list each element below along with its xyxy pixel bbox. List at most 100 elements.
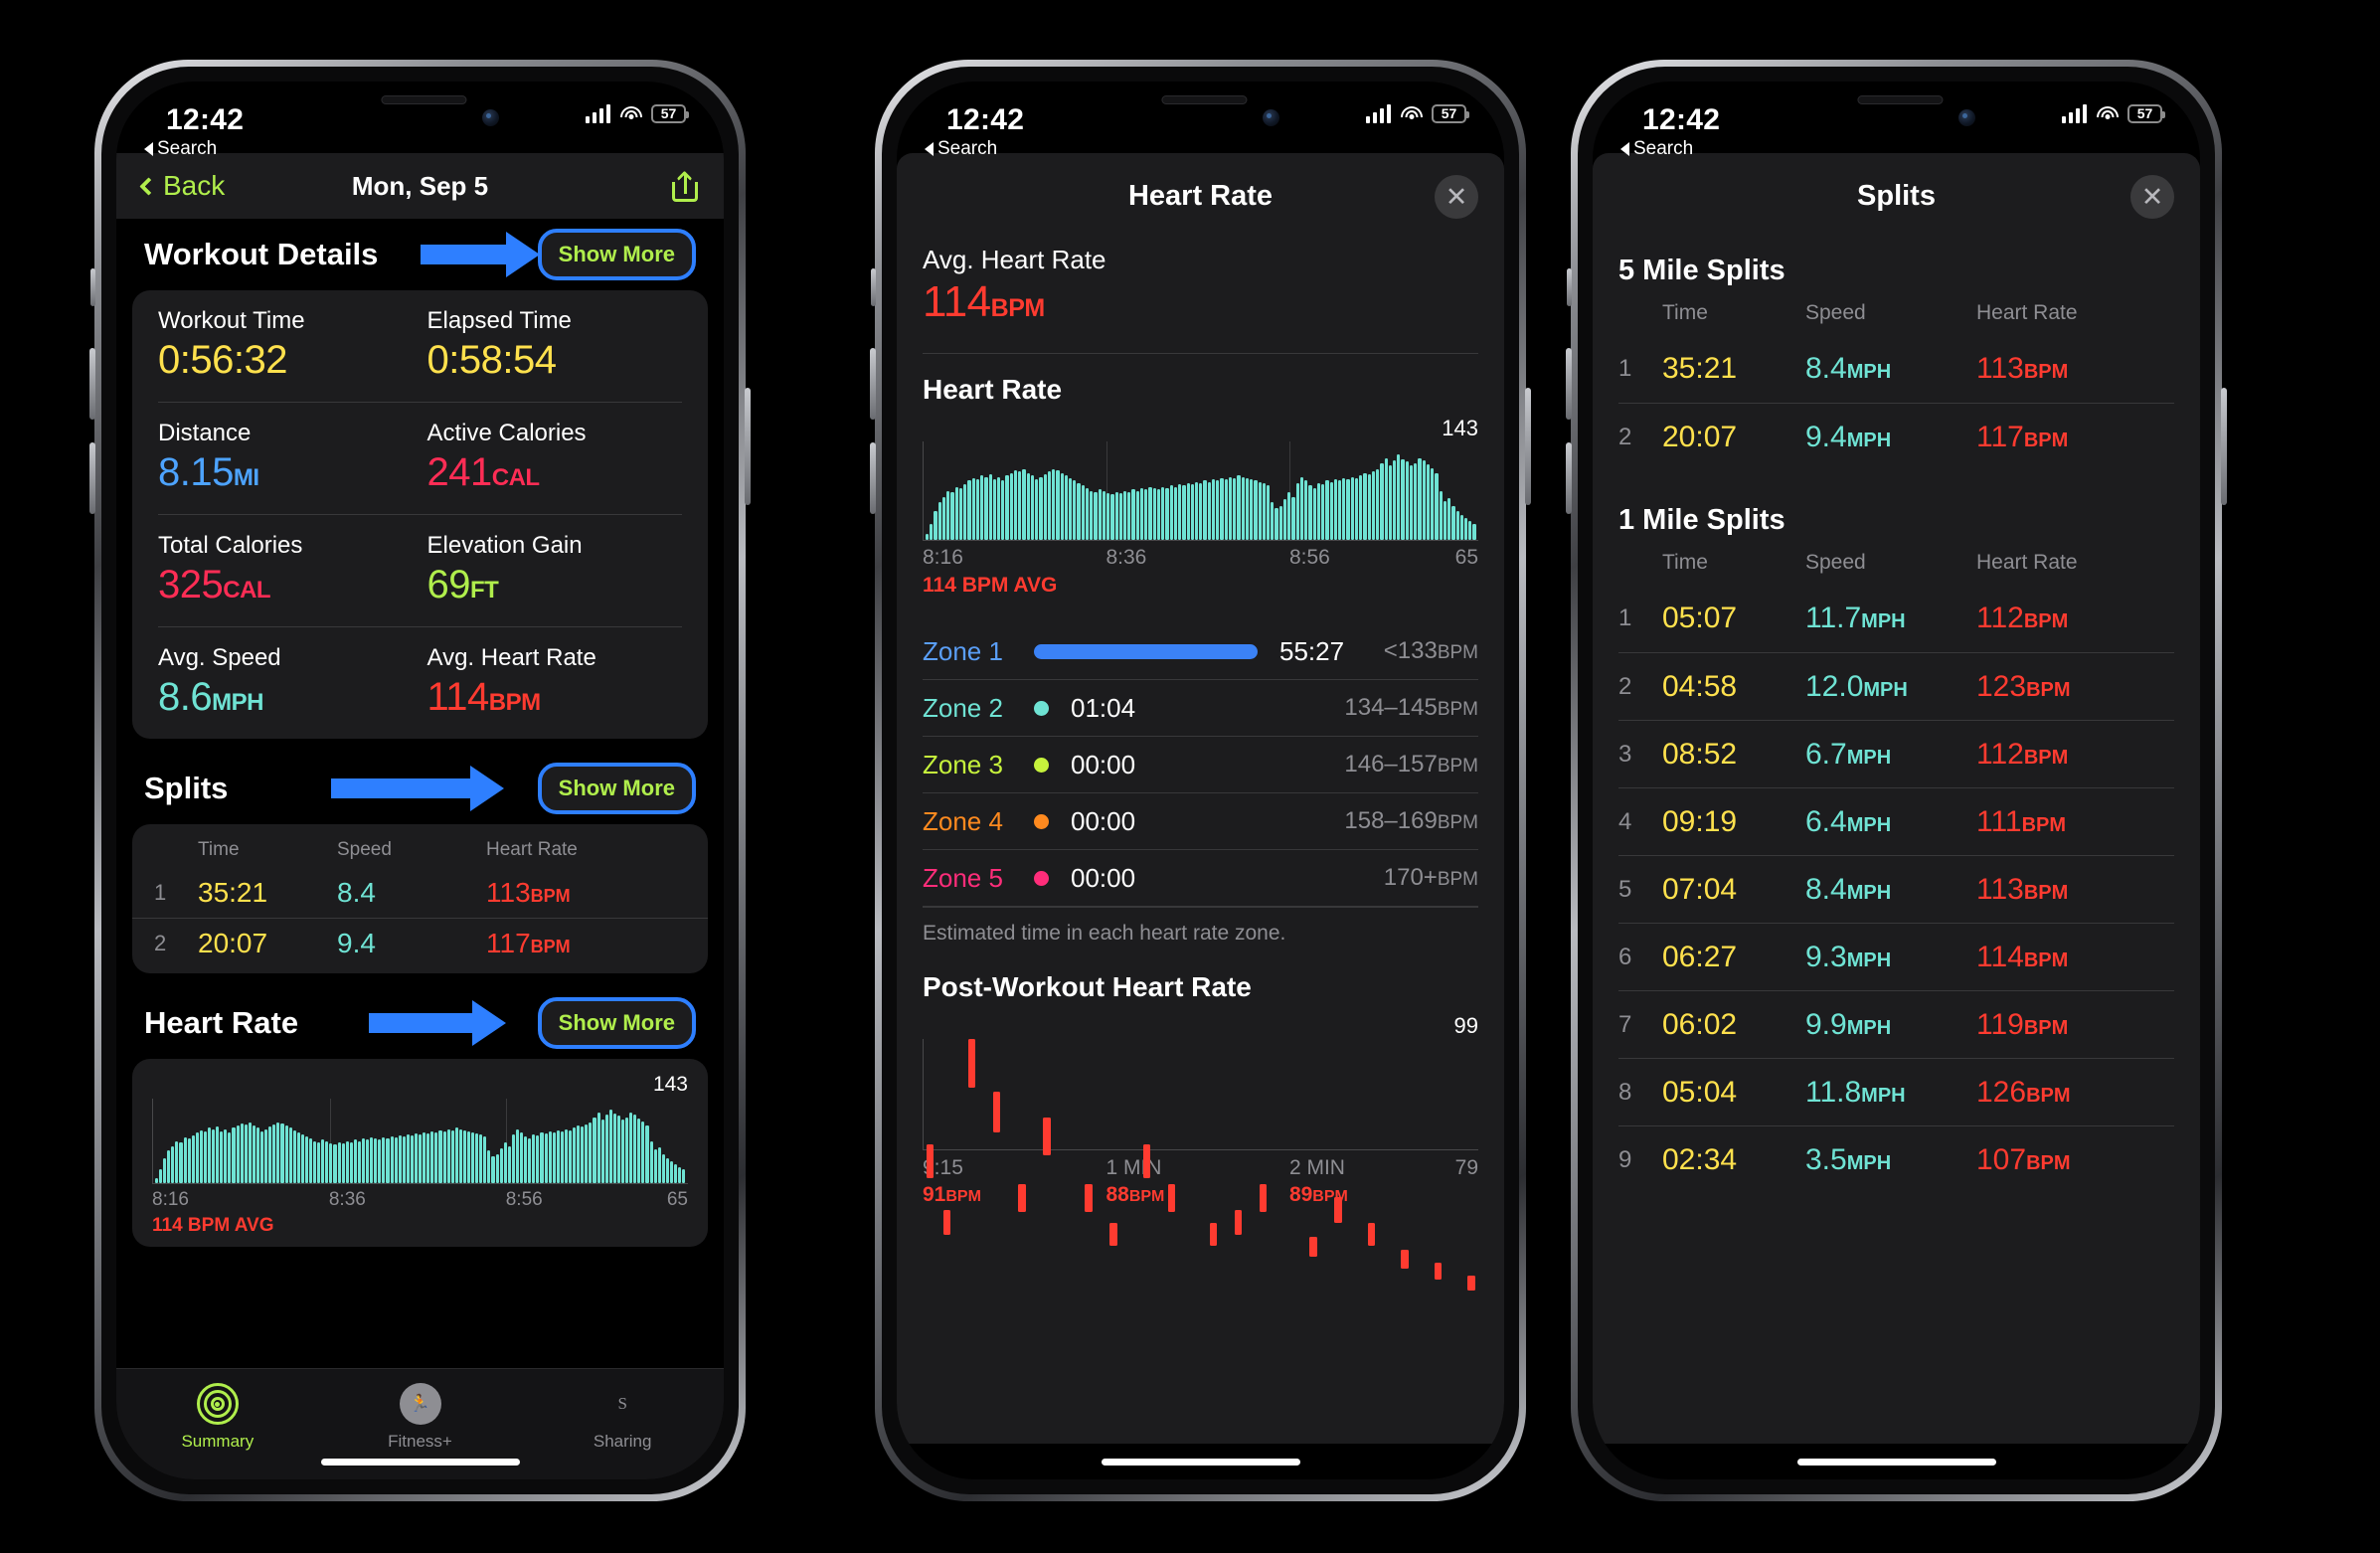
zone-range: 158–169BPM — [1344, 807, 1478, 834]
five-mile-rows: 1 35:21 8.4MPH 113BPM 2 20:07 9.4MPH 117BPM — [1618, 335, 2174, 470]
cell-heart-rate: 113BPM — [1976, 872, 2069, 906]
axis-tick: 8:56 — [1288, 546, 1330, 569]
post-workout-title: Post-Workout Heart Rate — [923, 971, 1252, 1002]
modal-title: Splits — [1857, 179, 1936, 212]
status-bar: 12:42 Search 57 — [116, 82, 724, 159]
modal-title: Heart Rate — [1127, 179, 1274, 212]
phone-frame: 12:42 Search 57 Heart Rate ✕ Avg. Heart … — [870, 60, 1531, 1501]
close-icon[interactable]: ✕ — [1435, 175, 1478, 219]
zone-dot-icon — [1034, 700, 1049, 716]
cell-speed: 8.4MPH — [1805, 352, 1892, 385]
status-back-to-search[interactable]: Search — [1620, 138, 1693, 160]
show-more-button-heart-rate[interactable]: Show More — [537, 997, 696, 1049]
home-indicator[interactable] — [1796, 1459, 1996, 1466]
power-button[interactable] — [745, 388, 751, 505]
silent-switch[interactable] — [871, 268, 876, 306]
back-triangle-icon — [144, 142, 153, 156]
battery-icon: 57 — [2127, 103, 2165, 123]
splits-modal: Splits ✕ 5 Mile Splits Time Speed Heart … — [1593, 153, 2200, 1444]
activity-rings-icon — [196, 1383, 239, 1425]
volume-down-button[interactable] — [89, 442, 95, 514]
column-header-time: Time — [1662, 301, 1708, 324]
close-icon[interactable]: ✕ — [2130, 175, 2174, 219]
phone-1-screen: 12:42 Search 57 Back Mon, Sep 5 Workout … — [116, 82, 724, 1479]
volume-up-button[interactable] — [89, 348, 95, 420]
silent-switch[interactable] — [90, 268, 95, 306]
column-header-heart-rate: Heart Rate — [1976, 301, 2078, 324]
chart-max-label: 143 — [652, 1073, 688, 1096]
tab-sharing[interactable]: S Sharing — [521, 1383, 724, 1452]
row-index: 7 — [1618, 1010, 1632, 1038]
runner-icon: 🏃 — [399, 1383, 441, 1425]
metric-label: Elapsed Time — [426, 307, 572, 334]
one-mile-splits-title: 1 Mile Splits — [1618, 504, 1785, 536]
metric-value: 0:58:54 — [426, 338, 557, 382]
annotation-arrow-workout-details — [421, 232, 540, 277]
heart-rate-chart-card[interactable]: 143 8:16 8:36 8:56 65 114 BPM AVG — [132, 1059, 708, 1247]
phone-3-splits-detail: 12:42 Search 57 Splits ✕ 5 Mile Splits T… — [1566, 60, 2227, 1501]
one-mile-rows: 1 05:07 11.7MPH 112BPM 2 04:58 12.0MPH 123BPM 3 0… — [1618, 585, 2174, 1193]
table-row: 3 08:52 6.7MPH 112BPM — [1618, 720, 2174, 787]
heart-rate-modal: Heart Rate ✕ Avg. Heart Rate 114BPM Hear… — [897, 153, 1504, 1444]
splits-preview-card[interactable]: Time Speed Heart Rate 1 35:21 8.4 113BPM — [132, 824, 708, 973]
volume-down-button[interactable] — [870, 442, 876, 514]
status-back-to-search[interactable]: Search — [925, 138, 997, 160]
power-button[interactable] — [1525, 388, 1531, 505]
status-back-label: Search — [157, 138, 218, 159]
cell-speed: 9.3MPH — [1805, 940, 1892, 973]
metric-value: 8.15MI — [158, 450, 259, 494]
navigation-bar: Back Mon, Sep 5 — [116, 153, 724, 219]
axis-tick: 9:15 — [923, 1156, 963, 1179]
row-index: 9 — [1618, 1145, 1632, 1173]
zone-row-3: Zone 3 00:00 146–157BPM — [923, 737, 1478, 793]
table-row: 5 07:04 8.4MPH 113BPM — [1618, 855, 2174, 923]
volume-up-button[interactable] — [1566, 348, 1572, 420]
table-row: 6 06:27 9.3MPH 114BPM — [1618, 923, 2174, 990]
share-icon[interactable] — [672, 170, 698, 202]
axis-tick: 8:16 — [923, 546, 963, 569]
tab-summary[interactable]: Summary — [116, 1383, 319, 1452]
table-row: 1 35:21 8.4 113BPM — [132, 868, 708, 918]
cell-heart-rate: 117BPM — [486, 927, 571, 958]
metric-value: 8.6MPH — [158, 675, 263, 719]
pw-bpm-label: 91BPM — [923, 1183, 981, 1206]
show-more-button-workout-details[interactable]: Show More — [537, 229, 696, 280]
post-workout-chart — [923, 1039, 1478, 1292]
silent-switch[interactable] — [1567, 268, 1572, 306]
cell-speed: 3.5MPH — [1805, 1142, 1892, 1176]
show-more-button-splits[interactable]: Show More — [537, 763, 696, 814]
status-back-to-search[interactable]: Search — [144, 138, 217, 160]
metric-value: 241CAL — [426, 450, 541, 494]
column-header-time: Time — [1662, 551, 1708, 574]
phone-frame: 12:42 Search 57 Back Mon, Sep 5 Workout … — [89, 60, 751, 1501]
status-indicators: 57 — [2061, 103, 2165, 123]
column-header-speed: Speed — [1805, 301, 1866, 324]
cell-heart-rate: 113BPM — [1976, 352, 2069, 385]
battery-percent: 57 — [2136, 105, 2153, 121]
battery-percent: 57 — [1441, 105, 1457, 121]
home-indicator[interactable] — [320, 1459, 520, 1466]
phone-3-screen: 12:42 Search 57 Splits ✕ 5 Mile Splits T… — [1593, 82, 2200, 1479]
avg-heart-rate-value: 114BPM — [923, 277, 1045, 326]
volume-down-button[interactable] — [1566, 442, 1572, 514]
metric-label: Active Calories — [426, 420, 587, 446]
zone-label: Zone 2 — [923, 692, 1003, 723]
zone-label: Zone 4 — [923, 805, 1003, 836]
metric-value: 0:56:32 — [158, 338, 287, 382]
back-button[interactable]: Back — [139, 170, 225, 202]
screenshot-root: 12:42 Search 57 Back Mon, Sep 5 Workout … — [0, 0, 2380, 1553]
axis-tick: 1 MIN — [1105, 1156, 1162, 1179]
metric-distance: Distance 8.15MI — [158, 402, 427, 514]
annotation-arrow-heart-rate — [369, 1000, 508, 1046]
volume-up-button[interactable] — [870, 348, 876, 420]
cell-heart-rate: 117BPM — [1976, 420, 2069, 453]
cell-time: 08:52 — [1662, 737, 1738, 771]
modal-header: Splits ✕ — [1618, 153, 2174, 239]
zone-range: 134–145BPM — [1344, 694, 1478, 721]
home-indicator[interactable] — [1101, 1459, 1300, 1466]
status-time: 12:42 — [1642, 103, 1721, 136]
power-button[interactable] — [2221, 388, 2227, 505]
cell-heart-rate: 126BPM — [1976, 1075, 2071, 1109]
tab-fitness-plus[interactable]: 🏃 Fitness+ — [319, 1383, 522, 1452]
phone-bezel: 12:42 Search 57 Back Mon, Sep 5 Workout … — [101, 67, 739, 1494]
